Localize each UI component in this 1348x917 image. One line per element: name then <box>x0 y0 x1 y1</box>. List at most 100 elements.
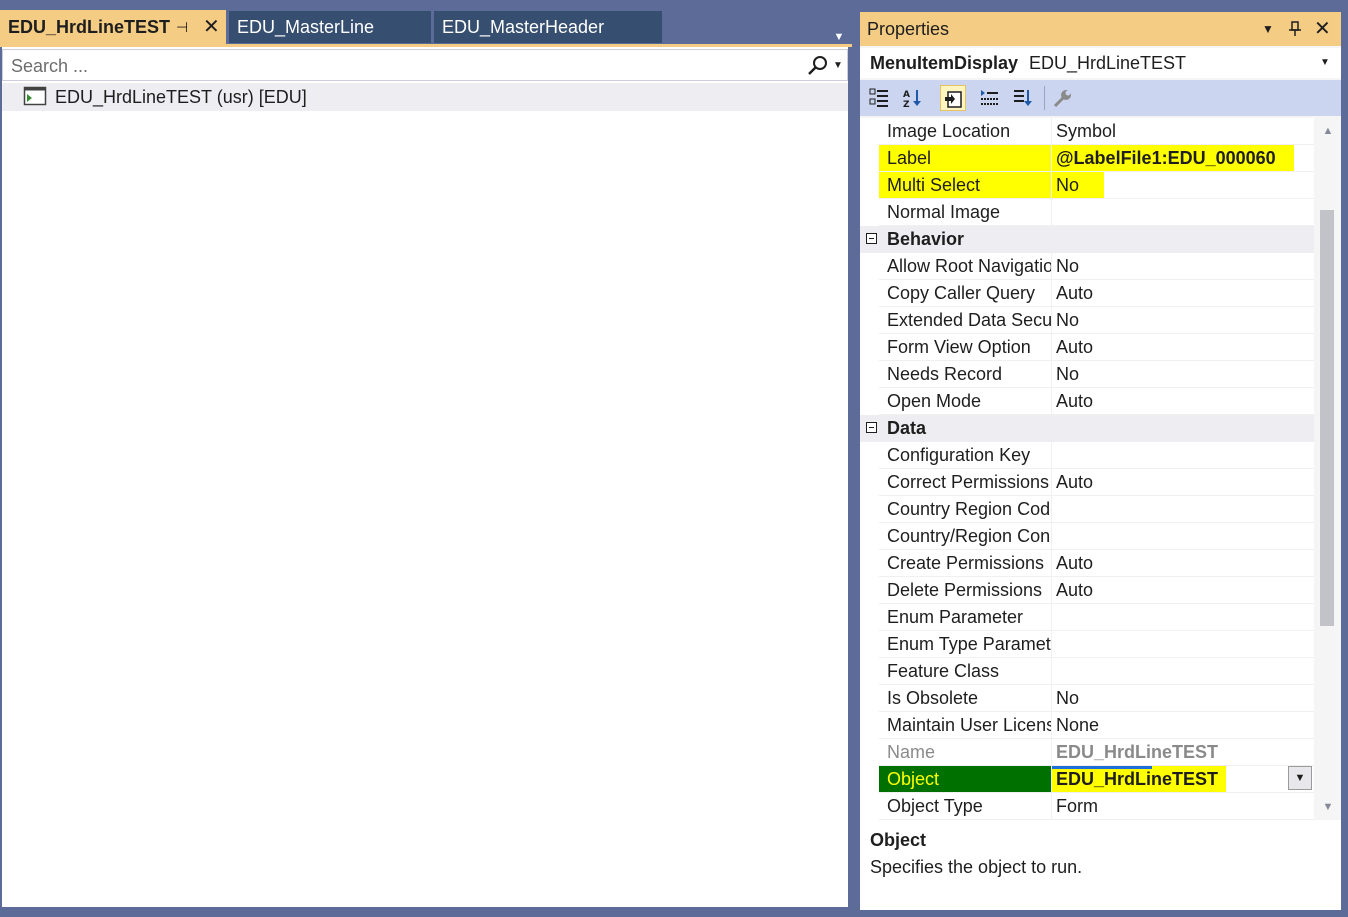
search-options-chevron-icon[interactable]: ▼ <box>833 50 843 82</box>
property-value[interactable] <box>1052 496 1314 522</box>
property-value[interactable]: Auto <box>1052 334 1314 360</box>
property-name: Multi Select <box>879 172 1051 198</box>
tree-node-label: EDU_HrdLineTEST (usr) [EDU] <box>55 87 307 107</box>
property-name: Maintain User Licens <box>879 712 1051 738</box>
property-value[interactable]: No <box>1052 685 1314 711</box>
pin-icon[interactable] <box>1288 12 1302 50</box>
property-value[interactable]: No <box>1052 307 1314 333</box>
wrench-icon <box>1053 90 1071 108</box>
property-value[interactable]: No <box>1052 172 1104 198</box>
description-title: Object <box>870 830 927 850</box>
document-tab-strip: EDU_HrdLineTEST ⊣ ✕ EDU_MasterLine EDU_M… <box>0 10 852 44</box>
property-row-form-view-option[interactable]: Form View Option Auto <box>860 334 1314 361</box>
property-grid-scrollbar[interactable]: ▲ ▼ <box>1315 118 1341 820</box>
value-dropdown-button[interactable]: ▼ <box>1288 766 1312 790</box>
property-value[interactable]: Form <box>1052 793 1314 819</box>
property-name: Enum Type Paramete <box>879 631 1051 657</box>
property-row-allow-root-navigatio[interactable]: Allow Root Navigatio No <box>860 253 1314 280</box>
property-value[interactable] <box>1052 442 1314 468</box>
property-value[interactable]: No <box>1052 361 1314 387</box>
property-pages-button[interactable] <box>1050 85 1076 111</box>
sort-order-icon <box>1014 90 1032 106</box>
menu-item-display-icon <box>23 86 47 106</box>
property-row-name[interactable]: Name EDU_HrdLineTEST <box>860 739 1314 766</box>
window-menu-chevron-icon[interactable]: ▼ <box>1262 12 1274 46</box>
property-row-create-permissions[interactable]: Create Permissions Auto <box>860 550 1314 577</box>
category-data[interactable]: Data <box>860 415 1314 442</box>
collapse-icon[interactable] <box>866 233 877 244</box>
sort-button[interactable] <box>1010 85 1036 111</box>
property-value[interactable] <box>1052 631 1314 657</box>
object-selector[interactable]: MenuItemDisplay EDU_HrdLineTEST ▼ <box>860 48 1341 78</box>
property-row-needs-record[interactable]: Needs Record No <box>860 361 1314 388</box>
search-icon[interactable] <box>807 54 829 78</box>
property-value[interactable]: Auto <box>1052 577 1314 603</box>
property-row-object-type[interactable]: Object Type Form <box>860 793 1314 820</box>
property-row-normal-image[interactable]: Normal Image <box>860 199 1314 226</box>
property-value[interactable]: @LabelFile1:EDU_000060 <box>1052 145 1294 171</box>
property-value[interactable]: Auto <box>1052 280 1314 306</box>
category-behavior[interactable]: Behavior <box>860 226 1314 253</box>
property-value[interactable]: EDU_HrdLineTEST <box>1052 766 1226 792</box>
categorized-button[interactable] <box>866 85 892 111</box>
property-name: Copy Caller Query <box>879 280 1051 306</box>
selection-indicator <box>1052 766 1152 769</box>
search-input[interactable]: Search ... ▼ <box>2 49 848 81</box>
property-value[interactable] <box>1052 199 1314 225</box>
property-value[interactable] <box>1052 604 1314 630</box>
property-row-enum-type-paramete[interactable]: Enum Type Paramete <box>860 631 1314 658</box>
property-row-image-location[interactable]: Image Location Symbol <box>860 118 1314 145</box>
tab-overflow-icon[interactable]: ▼ <box>832 30 846 44</box>
sort-alphabetical-icon: A Z <box>903 90 921 108</box>
property-name: Delete Permissions <box>879 577 1051 603</box>
tab-edu-masterheader[interactable]: EDU_MasterHeader <box>434 11 662 43</box>
property-name: Is Obsolete <box>879 685 1051 711</box>
property-row-copy-caller-query[interactable]: Copy Caller Query Auto <box>860 280 1314 307</box>
events-button[interactable] <box>976 85 1002 111</box>
property-row-label[interactable]: Label @LabelFile1:EDU_000060 <box>860 145 1314 172</box>
scroll-down-icon[interactable]: ▼ <box>1322 802 1334 813</box>
designer-pane: Search ... ▼ EDU_HrdLineTEST (usr) [EDU] <box>2 47 848 907</box>
close-icon[interactable]: ✕ <box>203 10 220 44</box>
property-name: Allow Root Navigatio <box>879 253 1051 279</box>
property-row-enum-parameter[interactable]: Enum Parameter <box>860 604 1314 631</box>
property-row-configuration-key[interactable]: Configuration Key <box>860 442 1314 469</box>
property-value[interactable]: Auto <box>1052 388 1314 414</box>
scroll-up-icon[interactable]: ▲ <box>1322 126 1334 137</box>
property-value[interactable]: Symbol <box>1052 118 1314 144</box>
chevron-down-icon[interactable]: ▼ <box>1320 48 1330 78</box>
property-value[interactable]: None <box>1052 712 1314 738</box>
collapse-icon[interactable] <box>866 422 877 433</box>
close-icon[interactable]: ✕ <box>1314 12 1331 46</box>
property-row-is-obsolete[interactable]: Is Obsolete No <box>860 685 1314 712</box>
property-row-correct-permissions[interactable]: Correct Permissions Auto <box>860 469 1314 496</box>
property-row-object[interactable]: Object EDU_HrdLineTEST ▼ <box>860 766 1314 793</box>
property-value[interactable]: EDU_HrdLineTEST <box>1052 739 1314 765</box>
scrollbar-thumb[interactable] <box>1320 210 1334 626</box>
property-value[interactable] <box>1052 523 1314 549</box>
property-row-delete-permissions[interactable]: Delete Permissions Auto <box>860 577 1314 604</box>
tab-edu-masterline[interactable]: EDU_MasterLine <box>229 11 431 43</box>
alphabetical-button[interactable]: A Z <box>900 85 926 111</box>
tree-node-menu-item[interactable]: EDU_HrdLineTEST (usr) [EDU] <box>2 83 848 111</box>
property-name: Open Mode <box>879 388 1051 414</box>
property-row-country-region-code[interactable]: Country Region Code <box>860 496 1314 523</box>
properties-view-button[interactable] <box>940 85 966 111</box>
property-row-feature-class[interactable]: Feature Class <box>860 658 1314 685</box>
property-name: Object <box>879 766 1051 792</box>
tab-edu-hrdlinetest[interactable]: EDU_HrdLineTEST ⊣ ✕ <box>0 10 226 44</box>
pin-icon[interactable]: ⊣ <box>176 10 188 44</box>
property-value[interactable]: Auto <box>1052 550 1314 576</box>
property-value[interactable]: Auto <box>1052 469 1314 495</box>
property-value[interactable]: No <box>1052 253 1314 279</box>
category-label: Data <box>887 418 927 438</box>
property-row-country-region-con[interactable]: Country/Region Con <box>860 523 1314 550</box>
property-value[interactable] <box>1052 658 1314 684</box>
property-name: Label <box>879 145 1051 171</box>
object-name-label: EDU_HrdLineTEST <box>1029 53 1187 73</box>
property-name: Country/Region Con <box>879 523 1051 549</box>
property-row-extended-data-secur[interactable]: Extended Data Secur No <box>860 307 1314 334</box>
property-row-maintain-user-licens[interactable]: Maintain User Licens None <box>860 712 1314 739</box>
property-row-multi-select[interactable]: Multi Select No <box>860 172 1314 199</box>
property-row-open-mode[interactable]: Open Mode Auto <box>860 388 1314 415</box>
